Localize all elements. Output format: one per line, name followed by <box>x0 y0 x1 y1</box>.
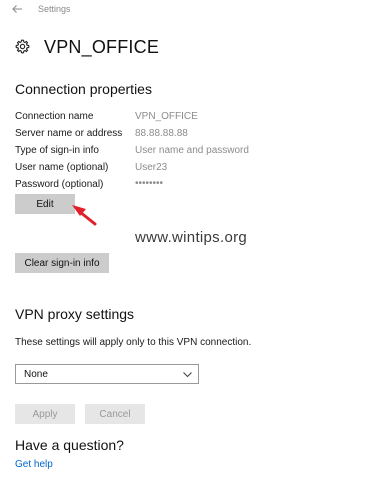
get-help-link[interactable]: Get help <box>15 459 53 470</box>
user-name-label: User name (optional) <box>15 162 109 173</box>
title-bar: Settings <box>0 0 388 20</box>
clear-sign-in-button[interactable]: Clear sign-in info <box>15 253 109 273</box>
proxy-select[interactable]: None <box>15 364 199 384</box>
sign-in-type-label: Type of sign-in info <box>15 145 99 156</box>
password-label: Password (optional) <box>15 179 104 190</box>
connection-name-value: VPN_OFFICE <box>135 111 198 122</box>
password-value: •••••••• <box>135 178 164 189</box>
app-title: Settings <box>38 4 71 14</box>
connection-name-label: Connection name <box>15 111 94 122</box>
server-address-label: Server name or address <box>15 128 123 139</box>
proxy-select-value: None <box>24 369 48 380</box>
sign-in-type-value: User name and password <box>135 145 249 156</box>
page-title: VPN_OFFICE <box>44 37 160 57</box>
watermark-text: www.wintips.org <box>135 229 248 246</box>
connection-properties-heading: Connection properties <box>15 81 152 97</box>
apply-button[interactable]: Apply <box>15 404 75 424</box>
vpn-proxy-heading: VPN proxy settings <box>15 306 135 322</box>
cancel-button[interactable]: Cancel <box>85 404 145 424</box>
chevron-down-icon <box>183 372 192 378</box>
server-address-value: 88.88.88.88 <box>135 128 188 139</box>
help-heading: Have a question? <box>15 437 124 453</box>
edit-button[interactable]: Edit <box>15 194 75 214</box>
gear-icon <box>15 39 30 54</box>
user-name-value: User23 <box>135 162 168 173</box>
proxy-description: These settings will apply only to this V… <box>15 337 252 348</box>
back-arrow-icon[interactable] <box>11 3 23 15</box>
